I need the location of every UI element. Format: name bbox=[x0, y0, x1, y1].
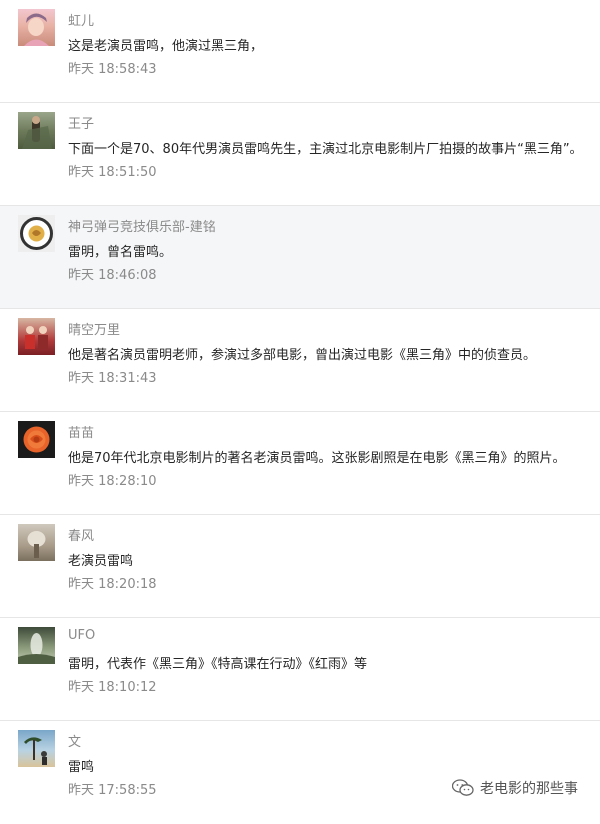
comment-item: 苗苗 他是70年代北京电影制片的著名老演员雷鸣。这张影剧照是在电影《黑三角》的照… bbox=[0, 412, 600, 515]
comment-item: 春风 老演员雷鸣 昨天 18:20:18 bbox=[0, 515, 600, 618]
avatar[interactable] bbox=[18, 215, 55, 252]
comment-nickname[interactable]: UFO bbox=[68, 628, 95, 643]
comment-text: 雷明，曾名雷鸣。 bbox=[68, 245, 173, 260]
comment-nickname[interactable]: 春风 bbox=[68, 525, 94, 544]
avatar-image bbox=[24, 13, 49, 46]
comment-time: 昨天 18:28:10 bbox=[68, 474, 157, 489]
comment-text: 他是70年代北京电影制片的著名老演员雷鸣。这张影剧照是在电影《黑三角》的照片。 bbox=[68, 451, 566, 466]
comment-text: 老演员雷鸣 bbox=[68, 554, 134, 569]
comment-text: 下面一个是70、80年代男演员雷鸣先生，主演过北京电影制片厂拍摄的故事片“黑三角… bbox=[68, 142, 583, 157]
comment-time: 昨天 18:10:12 bbox=[68, 680, 157, 695]
comment-text: 这是老演员雷鸣，他演过黑三角， bbox=[68, 39, 264, 54]
avatar[interactable] bbox=[18, 112, 55, 149]
avatar-image bbox=[20, 217, 53, 250]
comment-time: 昨天 18:46:08 bbox=[68, 268, 157, 283]
comment-item: 虹儿 这是老演员雷鸣，他演过黑三角， 昨天 18:58:43 bbox=[0, 0, 600, 103]
wechat-icon bbox=[452, 779, 474, 796]
comment-list: 虹儿 这是老演员雷鸣，他演过黑三角， 昨天 18:58:43 王子 下面一个是7… bbox=[0, 0, 600, 824]
avatar-image bbox=[25, 326, 48, 349]
avatar-image bbox=[18, 633, 55, 664]
comment-item-highlighted: 神弓弹弓竞技俱乐部-建铭 雷明，曾名雷鸣。 昨天 18:46:08 bbox=[0, 206, 600, 309]
comment-nickname[interactable]: 神弓弹弓竞技俱乐部-建铭 bbox=[68, 216, 216, 235]
comment-text: 雷明，代表作《黑三角》《特高课在行动》《红雨》等 bbox=[68, 657, 368, 672]
avatar[interactable] bbox=[18, 730, 55, 767]
comment-nickname[interactable]: 晴空万里 bbox=[68, 319, 120, 338]
comment-nickname[interactable]: 文 bbox=[68, 731, 81, 750]
avatar[interactable] bbox=[18, 421, 55, 458]
avatar-image bbox=[24, 737, 47, 765]
avatar[interactable] bbox=[18, 318, 55, 355]
avatar-image bbox=[22, 116, 52, 149]
comment-nickname[interactable]: 苗苗 bbox=[68, 422, 94, 441]
comment-text: 他是著名演员雷明老师，参演过多部电影，曾出演过电影《黑三角》中的侦查员。 bbox=[68, 348, 537, 363]
avatar[interactable] bbox=[18, 627, 55, 664]
avatar[interactable] bbox=[18, 9, 55, 46]
comment-time: 昨天 18:20:18 bbox=[68, 577, 157, 592]
comment-item: 王子 下面一个是70、80年代男演员雷鸣先生，主演过北京电影制片厂拍摄的故事片“… bbox=[0, 103, 600, 206]
comment-time: 昨天 18:51:50 bbox=[68, 165, 157, 180]
comment-time: 昨天 17:58:55 bbox=[68, 783, 157, 798]
comment-time: 昨天 18:31:43 bbox=[68, 371, 157, 386]
comment-text: 雷鸣 bbox=[68, 760, 95, 775]
comment-item: 晴空万里 他是著名演员雷明老师，参演过多部电影，曾出演过电影《黑三角》中的侦查员… bbox=[0, 309, 600, 412]
watermark-text: 老电影的那些事 bbox=[480, 781, 578, 797]
comment-item: UFO 雷明，代表作《黑三角》《特高课在行动》《红雨》等 昨天 18:10:12 bbox=[0, 618, 600, 721]
comment-time: 昨天 18:58:43 bbox=[68, 62, 157, 77]
avatar[interactable] bbox=[18, 524, 55, 561]
avatar-image bbox=[27, 531, 46, 558]
comment-nickname[interactable]: 王子 bbox=[68, 113, 94, 132]
comment-nickname[interactable]: 虹儿 bbox=[68, 10, 94, 29]
avatar-image bbox=[23, 426, 50, 453]
comment-item: 文 雷鸣 昨天 17:58:55 bbox=[0, 721, 600, 824]
watermark: 老电影的那些事 bbox=[452, 778, 578, 798]
